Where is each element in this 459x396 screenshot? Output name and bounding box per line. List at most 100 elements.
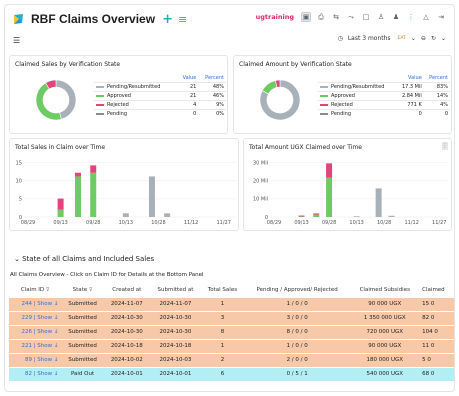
clock-icon: ◷	[337, 35, 343, 42]
legend-row: Pending/Resubmitted 17.3 Mil 83%	[318, 82, 450, 92]
pie-chart-sales	[35, 79, 77, 121]
total-sales-cell: 2	[200, 352, 244, 367]
x-tick-label: 11/27	[432, 220, 446, 226]
par-cell: 1 / 0 / 0	[243, 338, 351, 353]
x-tick-label: 09/28	[322, 220, 336, 226]
column-header-created[interactable]: Created at	[104, 283, 150, 297]
claimed-cell: 15 0	[419, 296, 454, 311]
column-header-total-sales[interactable]: Total Sales	[201, 283, 244, 297]
claim-id-link[interactable]: 221 | Show ↓	[9, 338, 62, 353]
created-cell: 2024-10-02	[103, 352, 150, 367]
column-header-submitted[interactable]: Submitted at	[150, 283, 201, 297]
x-tick-label: 09/13	[53, 220, 67, 226]
x-tick-label: 11/12	[184, 220, 198, 226]
bar	[122, 213, 129, 217]
table-row[interactable]: 82 | Show ↓ Paid Out 2024-10-01 2024-10-01 6…	[9, 366, 454, 381]
person-icon[interactable]: ♙	[376, 12, 386, 22]
time-range-label[interactable]: Last 3 months	[348, 35, 391, 42]
submitted-cell: 2024-11-07	[149, 296, 201, 311]
chevron-down-icon[interactable]: ⌄	[441, 35, 446, 42]
state-cell: Paid Out	[61, 366, 104, 381]
bar	[90, 165, 97, 173]
state-cell: Submitted	[61, 338, 104, 353]
bar	[75, 176, 82, 217]
claim-id-link[interactable]: 82 | Show ↓	[9, 366, 62, 381]
par-cell: 3 / 0 / 0	[243, 310, 351, 325]
bar	[313, 213, 320, 215]
claim-id-link[interactable]: 226 | Show ↓	[9, 324, 62, 339]
x-tick-label: 09/13	[294, 220, 308, 226]
pie-slice	[261, 80, 278, 95]
bar	[75, 172, 82, 177]
y-tick-label: 15	[16, 161, 22, 167]
table-row[interactable]: 226 | Show ↓ Submitted 2024-10-30 2024-10-3…	[9, 324, 454, 339]
share-icon[interactable]: ⇆	[331, 12, 341, 22]
state-cell: Submitted	[61, 352, 104, 367]
bar	[57, 198, 64, 210]
column-header-state[interactable]: State ⊽	[62, 283, 104, 297]
table-row[interactable]: 89 | Show ↓ Submitted 2024-10-02 2024-10-03…	[9, 352, 454, 367]
submitted-cell: 2024-10-01	[149, 366, 201, 381]
submitted-cell: 2024-10-18	[149, 338, 201, 353]
table-row[interactable]: 221 | Show ↓ Submitted 2024-10-18 2024-10-1…	[9, 338, 454, 353]
table-caption: All Claims Overview - Click on Claim ID …	[10, 272, 204, 278]
submitted-cell: 2024-10-30	[149, 310, 201, 325]
chevron-down-icon[interactable]: ⌄	[411, 35, 416, 42]
user-name[interactable]: ugtraining	[256, 13, 294, 21]
legend-row: Pending 0 0	[318, 109, 450, 118]
y-tick-label: 30 Mil	[253, 161, 268, 167]
time-picker[interactable]: ◷ Last 3 months EAT ⌄ ⊖ ↻ ⌄	[338, 35, 446, 42]
list-icon[interactable]: ≡	[178, 13, 187, 26]
pie-chart-amount	[259, 79, 301, 121]
hamburger-icon[interactable]: ☰	[13, 36, 20, 45]
table-row[interactable]: 229 | Show ↓ Submitted 2024-10-30 2024-10-3…	[9, 310, 454, 325]
panel-menu-icon[interactable]: ⋮	[442, 142, 448, 150]
bell-icon[interactable]: △	[421, 12, 431, 22]
column-header-subsidies[interactable]: Claimed Subsidies	[350, 283, 419, 297]
x-tick-label: 10/13	[119, 220, 133, 226]
panel-sales-over-time: Total Sales in Claim over Time 0 5 10 15 08/…	[9, 138, 239, 231]
column-header-claimed[interactable]: Claimed	[419, 283, 454, 297]
claimed-cell: 68 0	[419, 366, 454, 381]
claimed-cell: 82 0	[419, 310, 454, 325]
x-tick-label: 10/28	[151, 220, 165, 226]
x-tick-label: 09/28	[86, 220, 100, 226]
claim-id-link[interactable]: 244 | Show ↓	[9, 296, 62, 311]
total-sales-cell: 8	[200, 324, 244, 339]
table-row[interactable]: 244 | Show ↓ Submitted 2024-11-07 2024-11-0…	[9, 296, 454, 311]
bar	[326, 163, 333, 178]
sub-bar: ☰ ◷ Last 3 months EAT ⌄ ⊖ ↻ ⌄	[5, 33, 454, 47]
y-tick-label: 10 Mil	[253, 197, 268, 203]
trend-icon[interactable]: ⤳	[346, 12, 356, 22]
header-value: Value	[182, 75, 197, 81]
total-sales-cell: 1	[200, 296, 244, 311]
panel-title: Total Sales in Claim over Time	[15, 144, 106, 151]
toolbar-right: ugtraining ▣ ⎙ ⇆ ⤳ □ ♙ ♟ ⋮ △ ⇥	[256, 12, 446, 22]
x-tick-label: 10/13	[349, 220, 363, 226]
subsidies-cell: 540 000 UGX	[350, 366, 420, 381]
column-header-claim-id[interactable]: Claim ID ⊽	[9, 283, 62, 297]
people-icon[interactable]: ♟	[391, 12, 401, 22]
more-icon[interactable]: ⋮	[406, 12, 416, 22]
book-icon[interactable]: □	[361, 12, 371, 22]
export-icon[interactable]: ⎙	[316, 12, 326, 22]
total-sales-cell: 1	[200, 338, 244, 353]
bar	[148, 176, 155, 217]
panel-title: Claimed Amount by Verification State	[239, 61, 352, 68]
bar	[90, 172, 97, 217]
claim-id-link[interactable]: 89 | Show ↓	[9, 352, 62, 367]
zoom-out-icon[interactable]: ⊖	[421, 35, 426, 42]
logout-icon[interactable]: ⇥	[436, 12, 446, 22]
plus-icon[interactable]: +	[162, 12, 173, 27]
par-cell: 1 / 0 / 0	[243, 296, 351, 311]
column-header-par[interactable]: Pending / Approved/ Rejected	[244, 283, 350, 297]
claim-id-link[interactable]: 229 | Show ↓	[9, 310, 62, 325]
header-percent: Percent	[429, 75, 448, 81]
chevron-down-icon[interactable]: ⌄	[14, 255, 20, 263]
bar	[298, 215, 305, 217]
section-title[interactable]: ⌄ State of all Claims and Included Sales	[14, 255, 154, 263]
refresh-icon[interactable]: ↻	[431, 35, 436, 42]
panel-amount-by-state: Claimed Amount by Verification State Val…	[233, 55, 452, 134]
legend-row: Approved 2.84 Mil 14%	[318, 91, 450, 101]
screenshot-icon[interactable]: ▣	[301, 12, 311, 22]
